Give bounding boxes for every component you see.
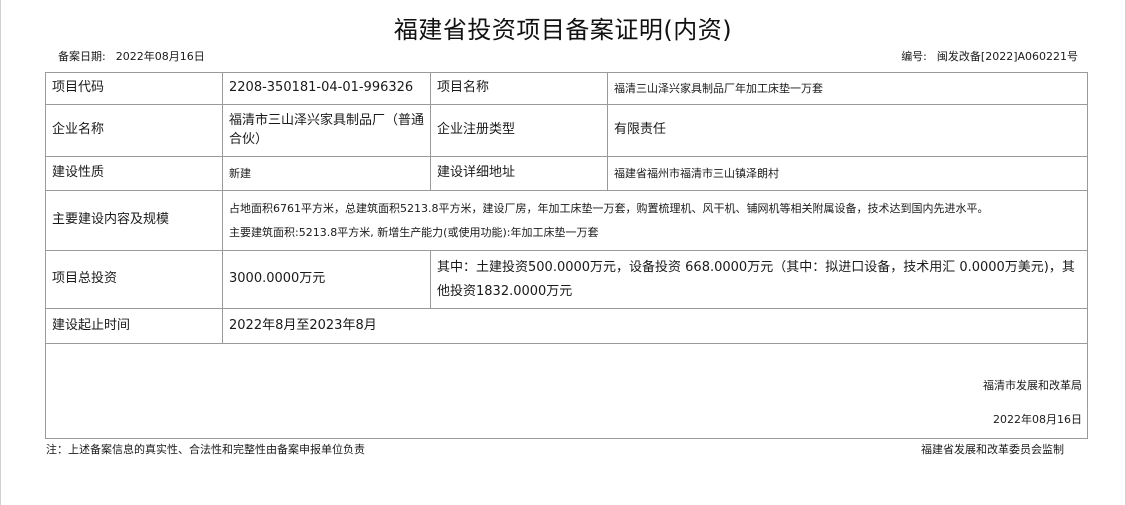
address-value: 福建省福州市福清市三山镇泽朗村 (607, 156, 1088, 191)
page-left-border (0, 0, 1, 505)
scope-value: 占地面积6761平方米，总建筑面积5213.8平方米，建设厂房，年加工床垫一万套… (222, 190, 1088, 251)
table-row: 建设起止时间 2022年8月至2023年8月 (45, 308, 1088, 344)
table-row: 项目总投资 3000.0000万元 其中：土建投资500.0000万元，设备投资… (45, 250, 1088, 309)
filing-number-label: 编号: (901, 50, 927, 63)
construction-nature-value: 新建 (222, 156, 431, 191)
filing-number: 编号: 闽发改备[2022]A060221号 (901, 48, 1078, 64)
filing-date-value: 2022年08月16日 (115, 50, 205, 63)
filing-date-label: 备案日期: (58, 50, 106, 63)
company-name-label: 企业名称 (45, 104, 223, 157)
table-row: 项目代码 2208-350181-04-01-996326 项目名称 福清三山泽… (45, 72, 1088, 105)
signature-block: 福清市发展和改革局 2022年08月16日 (45, 343, 1088, 439)
period-value: 2022年8月至2023年8月 (222, 308, 1088, 344)
table-row: 主要建设内容及规模 占地面积6761平方米，总建筑面积5213.8平方米，建设厂… (45, 190, 1088, 251)
signing-date: 2022年08月16日 (993, 413, 1082, 426)
project-name-label: 项目名称 (430, 72, 608, 105)
page-title: 福建省投资项目备案证明(内资) (393, 16, 733, 44)
investment-label: 项目总投资 (45, 250, 223, 309)
filing-date: 备案日期: 2022年08月16日 (58, 48, 205, 64)
signing-organization: 福清市发展和改革局 (983, 379, 1082, 392)
project-code-label: 项目代码 (45, 72, 223, 105)
address-label: 建设详细地址 (430, 156, 608, 191)
filing-number-value: 闽发改备[2022]A060221号 (936, 50, 1078, 63)
record-table: 项目代码 2208-350181-04-01-996326 项目名称 福清三山泽… (45, 72, 1088, 439)
project-code-value: 2208-350181-04-01-996326 (222, 72, 431, 105)
investment-breakdown: 其中：土建投资500.0000万元，设备投资 668.0000万元（其中：拟进口… (430, 250, 1088, 309)
scope-line-2: 主要建筑面积:5213.8平方米, 新增生产能力(或使用功能):年加工床垫一万套 (229, 225, 599, 239)
scope-label: 主要建设内容及规模 (45, 190, 223, 251)
table-row: 建设性质 新建 建设详细地址 福建省福州市福清市三山镇泽朗村 (45, 156, 1088, 191)
period-label: 建设起止时间 (45, 308, 223, 344)
investment-value: 3000.0000万元 (222, 250, 431, 309)
table-row: 企业名称 福清市三山泽兴家具制品厂（普通合伙） 企业注册类型 有限责任 (45, 104, 1088, 157)
supervisor-note: 福建省发展和改革委员会监制 (921, 443, 1064, 456)
project-name-value: 福清三山泽兴家具制品厂年加工床垫一万套 (607, 72, 1088, 105)
footnote: 注：上述备案信息的真实性、合法性和完整性由备案申报单位负责 (46, 443, 365, 456)
company-name-value: 福清市三山泽兴家具制品厂（普通合伙） (222, 104, 431, 157)
company-type-value: 有限责任 (607, 104, 1088, 157)
scope-line-1: 占地面积6761平方米，总建筑面积5213.8平方米，建设厂房，年加工床垫一万套… (229, 201, 989, 215)
construction-nature-label: 建设性质 (45, 156, 223, 191)
table-row: 福清市发展和改革局 2022年08月16日 (45, 343, 1088, 439)
company-type-label: 企业注册类型 (430, 104, 608, 157)
